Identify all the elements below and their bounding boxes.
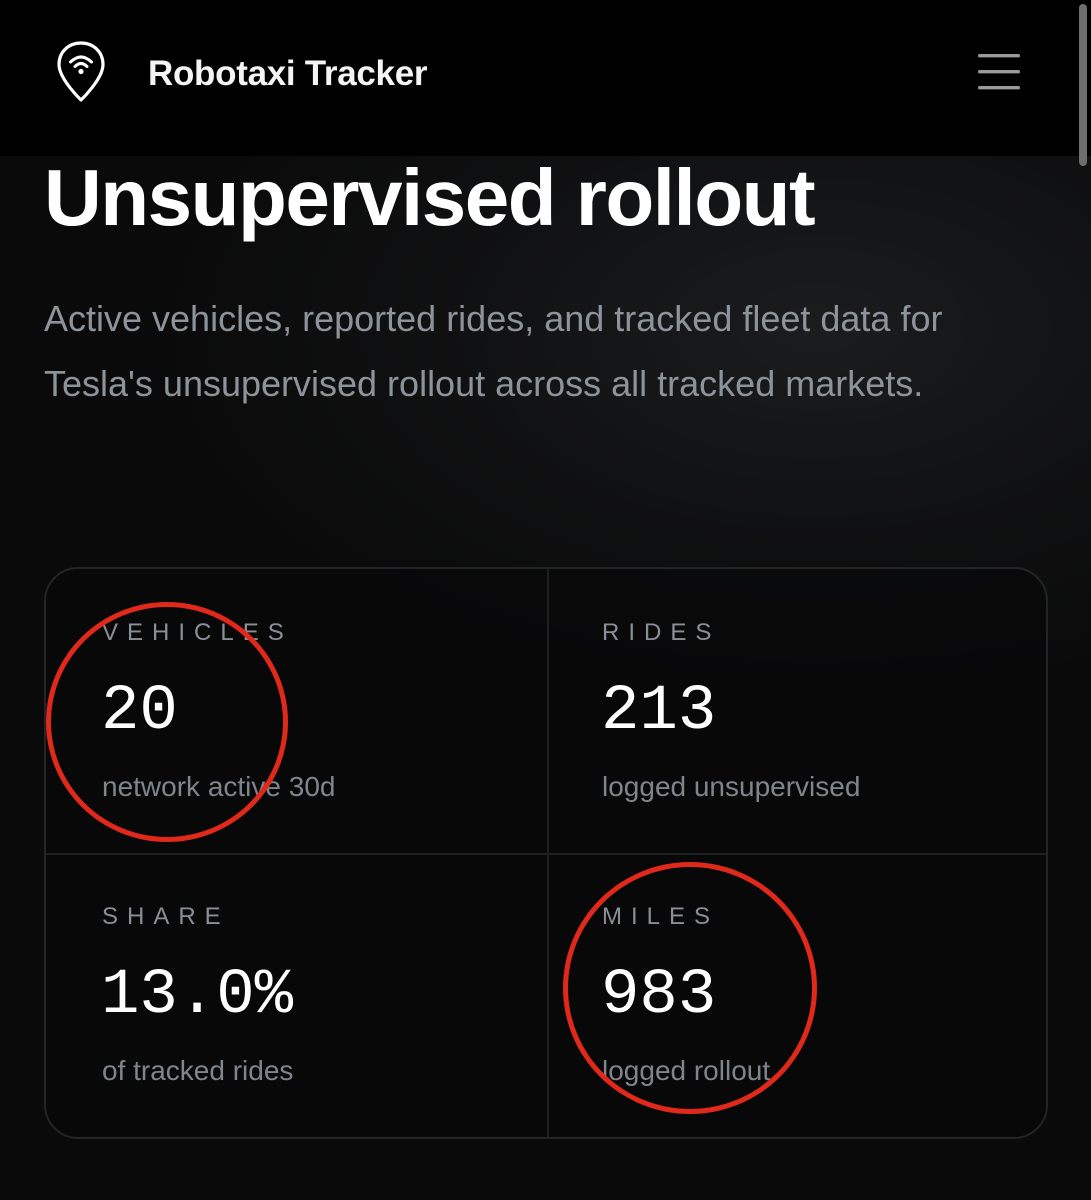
page-description: Active vehicles, reported rides, and tra… [44,298,943,404]
stat-vehicles: VEHICLES 20 network active 30d [46,569,546,853]
stat-label: MILES [602,903,720,930]
top-nav-bar: Robotaxi Tracker [0,0,1091,156]
stat-note: network active 30d [102,771,336,802]
stat-label: SHARE [102,903,230,930]
scrollbar-thumb[interactable] [1079,4,1087,166]
stat-note: of tracked rides [102,1055,294,1086]
page-title: Unsupervised rollout [44,153,816,242]
map-pin-signal-icon[interactable] [55,40,107,104]
stats-card: VEHICLES 20 network active 30d RIDES 213… [44,567,1048,1139]
stat-label: VEHICLES [102,619,293,646]
stat-share: SHARE 13.0% of tracked rides [46,853,546,1137]
stat-rides: RIDES 213 logged unsupervised [546,569,1046,853]
stat-label: RIDES [602,619,721,646]
menu-button[interactable] [972,50,1026,94]
hamburger-menu-icon [978,54,1020,90]
brand-name[interactable]: Robotaxi Tracker [148,52,428,96]
stat-value: 983 [601,960,717,1032]
stat-value: 13.0% [101,960,294,1032]
stat-value: 213 [601,676,717,748]
stat-miles: MILES 983 logged rollout [546,853,1046,1137]
stat-note: logged unsupervised [602,771,861,802]
stat-note: logged rollout [602,1055,771,1086]
stat-value: 20 [101,676,178,748]
